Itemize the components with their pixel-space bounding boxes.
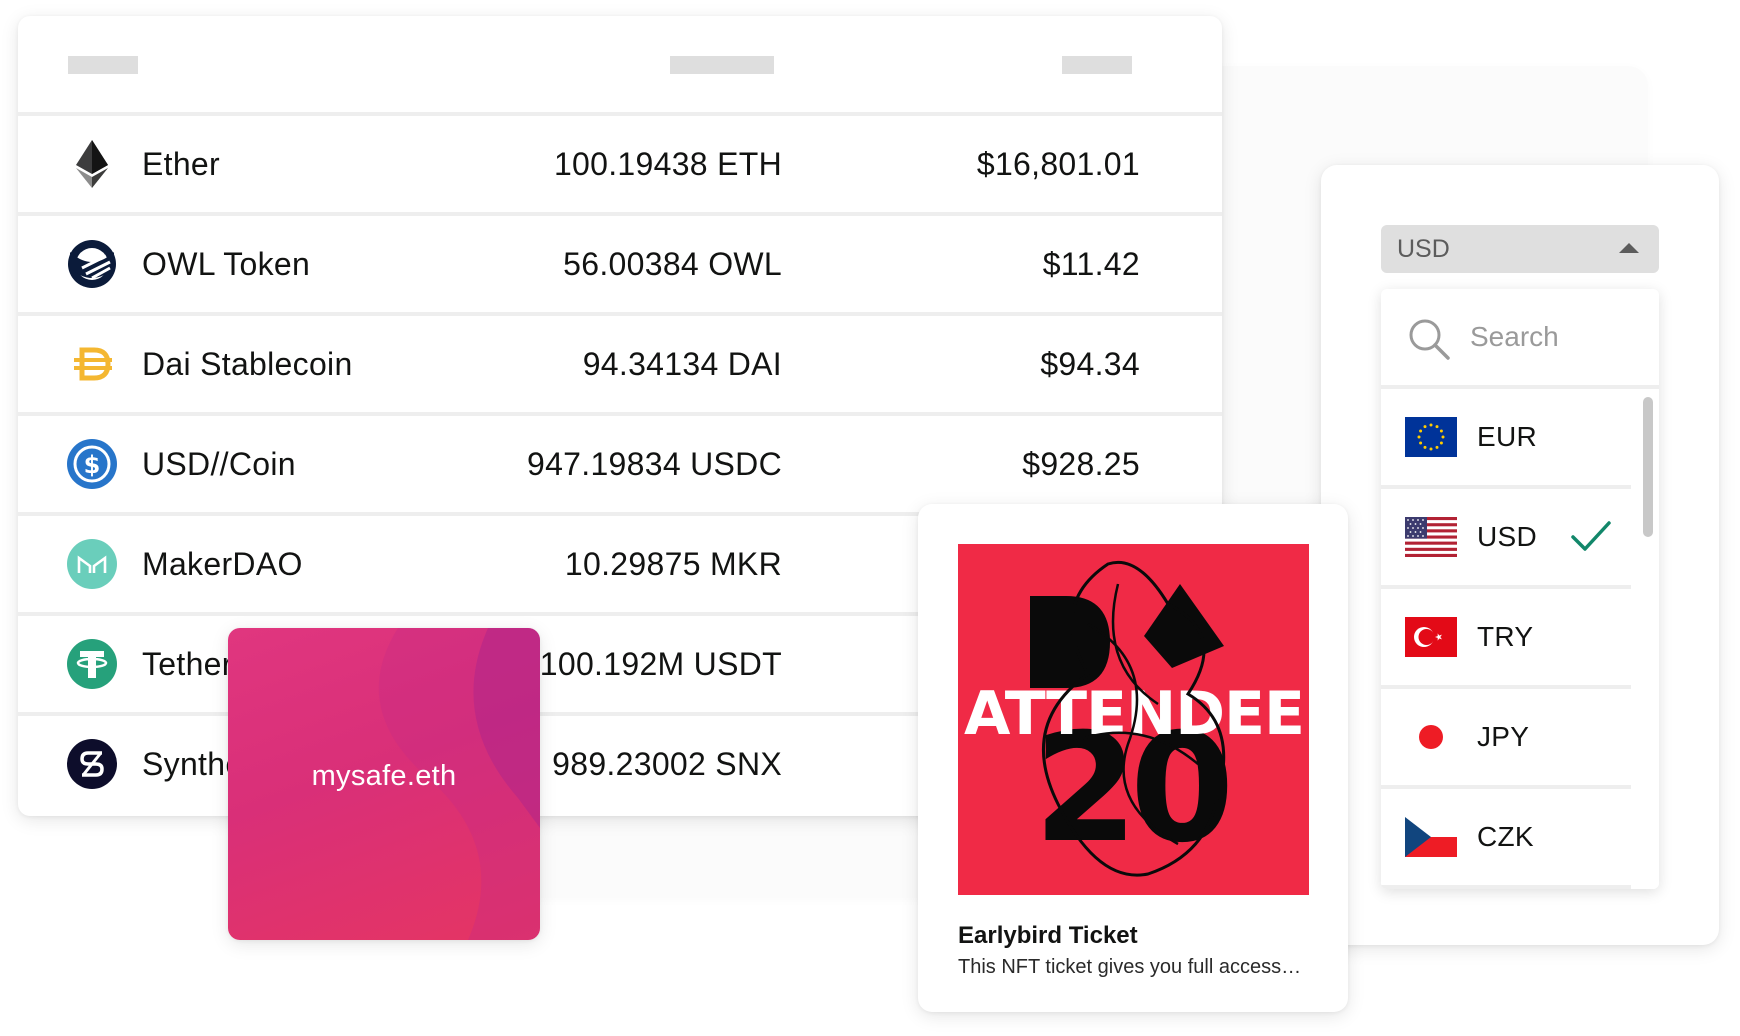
synthetix-icon — [67, 739, 117, 789]
caret-up-icon[interactable] — [1619, 243, 1639, 253]
column-header-placeholder-asset — [68, 56, 138, 74]
scrollbar[interactable] — [1635, 389, 1659, 889]
eu-flag-icon — [1405, 417, 1457, 457]
asset-balance: 100.19438 ETH — [553, 146, 782, 182]
usdc-icon: $ — [67, 439, 117, 489]
safe-card[interactable]: mysafe.eth — [228, 628, 540, 940]
svg-text:$: $ — [84, 451, 101, 479]
nft-artwork: 20 ATTENDEE — [964, 560, 1305, 877]
table-row[interactable]: $ USD//Coin 947.19834 USDC $928.25 — [18, 416, 1222, 516]
asset-value: $16,801.01 — [976, 146, 1140, 182]
asset-name: USD//Coin — [142, 446, 296, 482]
tr-flag-icon — [1405, 617, 1457, 657]
asset-balance: 10.29875 MKR — [564, 546, 782, 582]
currency-selected-value: USD — [1397, 235, 1450, 263]
asset-name: OWL Token — [142, 246, 311, 282]
table-header — [18, 16, 1222, 116]
currency-list: EUR USD TRY JPY CZK — [1381, 389, 1659, 889]
nft-description: This NFT ticket gives you full access… — [958, 956, 1302, 978]
owl-icon — [68, 240, 116, 288]
currency-code: CZK — [1477, 821, 1534, 852]
asset-balance: 100.192M USDT — [539, 646, 782, 682]
asset-name: Ether — [142, 146, 220, 182]
asset-balance: 947.19834 USDC — [526, 446, 782, 482]
cz-flag-icon — [1405, 817, 1457, 857]
currency-search[interactable]: Search — [1381, 289, 1659, 389]
currency-code: USD — [1477, 521, 1538, 552]
asset-name: Tether — [142, 646, 233, 682]
scrollbar-thumb[interactable] — [1643, 397, 1653, 537]
jp-flag-icon — [1405, 717, 1457, 757]
column-header-placeholder-balance — [670, 56, 774, 74]
search-icon — [1409, 319, 1450, 360]
currency-select[interactable]: USD — [1381, 225, 1659, 273]
currency-option-jpy[interactable]: JPY — [1381, 689, 1631, 789]
search-input[interactable]: Search — [1470, 289, 1559, 385]
asset-value: $94.34 — [1040, 346, 1140, 382]
nft-image: 20 ATTENDEE — [958, 544, 1309, 895]
check-icon — [1571, 521, 1611, 551]
nft-title: Earlybird Ticket — [958, 922, 1138, 949]
asset-value: $928.25 — [1022, 446, 1140, 482]
nft-artwork-text: ATTENDEE — [964, 679, 1304, 749]
safe-name: mysafe.eth — [311, 760, 457, 792]
nft-card[interactable]: 20 ATTENDEE Earlybird Ticket This NFT ti… — [918, 504, 1348, 1012]
currency-option-czk[interactable]: CZK — [1381, 789, 1631, 889]
currency-option-eur[interactable]: EUR — [1381, 389, 1631, 489]
table-row[interactable]: Dai Stablecoin 94.34134 DAI $94.34 — [18, 316, 1222, 416]
table-row[interactable]: OWL Token 56.00384 OWL $11.42 — [18, 216, 1222, 316]
asset-balance: 56.00384 OWL — [563, 246, 782, 282]
maker-icon — [67, 539, 117, 589]
currency-option-try[interactable]: TRY — [1381, 589, 1631, 689]
asset-value: $11.42 — [1042, 246, 1140, 282]
currency-settings-card: USD Search EUR USD TRY JPY CZK — [1321, 165, 1719, 945]
asset-name: Dai Stablecoin — [142, 346, 353, 382]
tether-icon — [67, 639, 117, 689]
asset-balance: 989.23002 SNX — [552, 746, 782, 782]
currency-code: JPY — [1477, 721, 1530, 752]
column-header-placeholder-value — [1062, 56, 1132, 74]
us-flag-icon — [1405, 517, 1457, 557]
ether-icon — [76, 140, 108, 188]
currency-dropdown: Search EUR USD TRY JPY CZK — [1381, 289, 1659, 889]
dai-icon — [74, 347, 112, 381]
currency-code: TRY — [1477, 621, 1534, 652]
currency-code: EUR — [1477, 421, 1538, 452]
table-row[interactable]: Ether 100.19438 ETH $16,801.01 — [18, 116, 1222, 216]
currency-option-usd[interactable]: USD — [1381, 489, 1631, 589]
asset-balance: 94.34134 DAI — [582, 346, 782, 382]
asset-name: MakerDAO — [142, 546, 303, 582]
